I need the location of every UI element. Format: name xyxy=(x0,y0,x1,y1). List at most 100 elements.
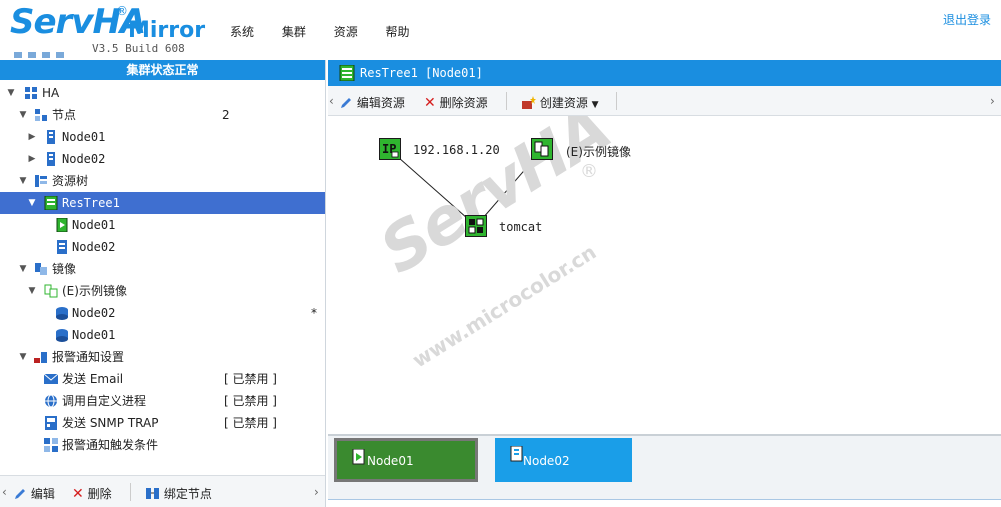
tree-label: 发送 SNMP TRAP xyxy=(62,416,159,430)
logo-mirror: Mirror xyxy=(128,18,206,43)
application-icon xyxy=(466,216,486,236)
node-tab-label: Node02 xyxy=(523,454,570,468)
edit-resource-button[interactable]: 编辑资源 xyxy=(340,94,405,111)
menu-cluster[interactable]: 集群 xyxy=(282,23,306,40)
delete-resource-button[interactable]: ✕ 删除资源 xyxy=(424,94,488,111)
tree-label: Node02 xyxy=(72,306,116,320)
tree-item-nodes[interactable]: ▼ 节点 2 xyxy=(0,104,325,126)
node-count: 2 xyxy=(222,108,230,122)
status-disabled: [ 已禁用 ] xyxy=(224,416,277,430)
email-icon xyxy=(44,373,58,384)
menu-help[interactable]: 帮助 xyxy=(386,23,410,40)
tree-item-alert-conditions[interactable]: 报警通知触发条件 xyxy=(0,434,325,456)
ip-resource-label: 192.168.1.20 xyxy=(413,143,500,157)
tree-item-example-mirror[interactable]: ▼ (E)示例镜像 xyxy=(0,280,325,302)
watermark-reg: ® xyxy=(580,161,598,182)
edit-resource-label: 编辑资源 xyxy=(356,96,405,110)
scroll-right-icon[interactable]: › xyxy=(314,485,319,499)
scroll-left-icon[interactable]: ‹ xyxy=(329,94,334,108)
menu-system[interactable]: 系统 xyxy=(230,23,254,40)
expand-arrow-icon[interactable]: ▼ xyxy=(6,82,16,104)
resource-graph-canvas: ServHA ® www.microcolor.cn IP 192.168.1.… xyxy=(328,116,1001,432)
alert-icon xyxy=(34,352,47,363)
node-tab-node02[interactable]: Node02 xyxy=(495,438,632,482)
pencil-icon xyxy=(341,98,351,108)
restree-icon xyxy=(44,196,58,210)
tree-item-alert-settings[interactable]: ▼ 报警通知设置 xyxy=(0,346,325,368)
mirror-icon xyxy=(532,139,552,159)
restree-icon xyxy=(339,65,355,81)
tree-item-node02[interactable]: ▶ Node02 xyxy=(0,148,325,170)
tree-label: 节点 xyxy=(52,108,77,122)
tree-item-restree-node02[interactable]: Node02 xyxy=(0,236,325,258)
tree-item-snmp[interactable]: 发送 SNMP TRAP [ 已禁用 ] xyxy=(0,412,325,434)
app-resource-node[interactable] xyxy=(465,215,487,237)
tree-item-restree-node01[interactable]: Node01 xyxy=(0,214,325,236)
expand-arrow-icon[interactable]: ▼ xyxy=(27,280,37,302)
tree-item-resource-trees[interactable]: ▼ 资源树 xyxy=(0,170,325,192)
delete-resource-label: 删除资源 xyxy=(439,96,488,110)
ip-resource-node[interactable]: IP xyxy=(379,138,401,160)
node-status-strip: Node01 Node02 xyxy=(328,434,1001,507)
node-tab-node01[interactable]: Node01 xyxy=(334,438,478,482)
menu-resource[interactable]: 资源 xyxy=(334,23,358,40)
nodes-icon xyxy=(35,109,47,121)
header: ServHA ® Mirror V3.5 Build 608 系统 集群 资源 … xyxy=(0,0,1001,60)
delete-label: 删除 xyxy=(87,487,112,501)
mirror-item-icon xyxy=(44,284,58,298)
active-node-icon xyxy=(352,449,365,465)
app-resource-label: tomcat xyxy=(499,220,543,234)
tree-item-node01[interactable]: ▶ Node01 xyxy=(0,126,325,148)
bind-node-label: 绑定节点 xyxy=(163,487,212,501)
expand-arrow-icon[interactable]: ▼ xyxy=(27,192,37,214)
tree-label: (E)示例镜像 xyxy=(62,284,127,298)
disk-icon xyxy=(56,307,68,320)
delete-x-icon: ✕ xyxy=(424,95,436,111)
expand-arrow-icon[interactable]: ▼ xyxy=(18,346,28,368)
tree-label: Node02 xyxy=(72,240,116,254)
mirror-resource-label: (E)示例镜像 xyxy=(566,145,631,159)
expand-arrow-icon[interactable]: ▼ xyxy=(18,104,28,126)
tree-item-ha[interactable]: ▼ HA xyxy=(0,82,325,104)
tree-label: 调用自定义进程 xyxy=(62,394,147,408)
delete-button[interactable]: ✕ 删除 xyxy=(72,485,112,502)
ip-icon: IP xyxy=(380,139,400,159)
snmp-icon xyxy=(45,416,57,430)
toolbar-divider xyxy=(130,483,131,501)
logo-registered-mark: ® xyxy=(116,4,128,18)
tree-label: HA xyxy=(42,86,60,100)
delete-x-icon: ✕ xyxy=(72,486,84,502)
resource-toolbar: ‹ 编辑资源 ✕ 删除资源 创建资源 ▼ › xyxy=(328,86,1001,116)
logo-dots xyxy=(14,47,70,61)
conditions-icon xyxy=(44,438,58,452)
resource-tree-title-bar: ResTree1 [Node01] xyxy=(328,60,1001,86)
expand-arrow-icon[interactable]: ▼ xyxy=(18,258,28,280)
create-resource-button[interactable]: 创建资源 ▼ xyxy=(522,94,599,111)
tree-item-restree1[interactable]: ▼ ResTree1 xyxy=(0,192,325,214)
resource-tree-icon xyxy=(35,175,47,187)
tree-item-email[interactable]: 发送 Email [ 已禁用 ] xyxy=(0,368,325,390)
mirror-resource-node[interactable] xyxy=(531,138,553,160)
expand-arrow-icon[interactable]: ▼ xyxy=(18,170,28,192)
edit-button[interactable]: 编辑 xyxy=(14,485,55,502)
status-disabled: [ 已禁用 ] xyxy=(224,372,277,386)
cluster-status: 集群状态正常 xyxy=(0,60,325,80)
tree-label: 报警通知设置 xyxy=(52,350,125,364)
toolbar-divider xyxy=(616,92,617,110)
pencil-icon xyxy=(15,489,25,499)
edit-label: 编辑 xyxy=(30,487,55,501)
bind-node-icon xyxy=(146,488,159,499)
tree-item-mirror-node02[interactable]: Node02 * xyxy=(0,302,325,324)
scroll-right-icon[interactable]: › xyxy=(990,94,995,108)
tree-item-custom-process[interactable]: 调用自定义进程 [ 已禁用 ] xyxy=(0,390,325,412)
tree-item-mirrors[interactable]: ▼ 镜像 xyxy=(0,258,325,280)
create-resource-label: 创建资源 xyxy=(539,96,588,110)
tree-item-mirror-node01[interactable]: Node01 xyxy=(0,324,325,346)
tree-label: Node01 xyxy=(72,218,116,232)
bind-node-button[interactable]: 绑定节点 xyxy=(146,485,212,502)
collapse-arrow-icon[interactable]: ▶ xyxy=(27,126,37,148)
scroll-left-icon[interactable]: ‹ xyxy=(2,485,7,499)
bottom-border xyxy=(328,499,1001,507)
collapse-arrow-icon[interactable]: ▶ xyxy=(27,148,37,170)
logout-link[interactable]: 退出登录 xyxy=(943,11,991,28)
